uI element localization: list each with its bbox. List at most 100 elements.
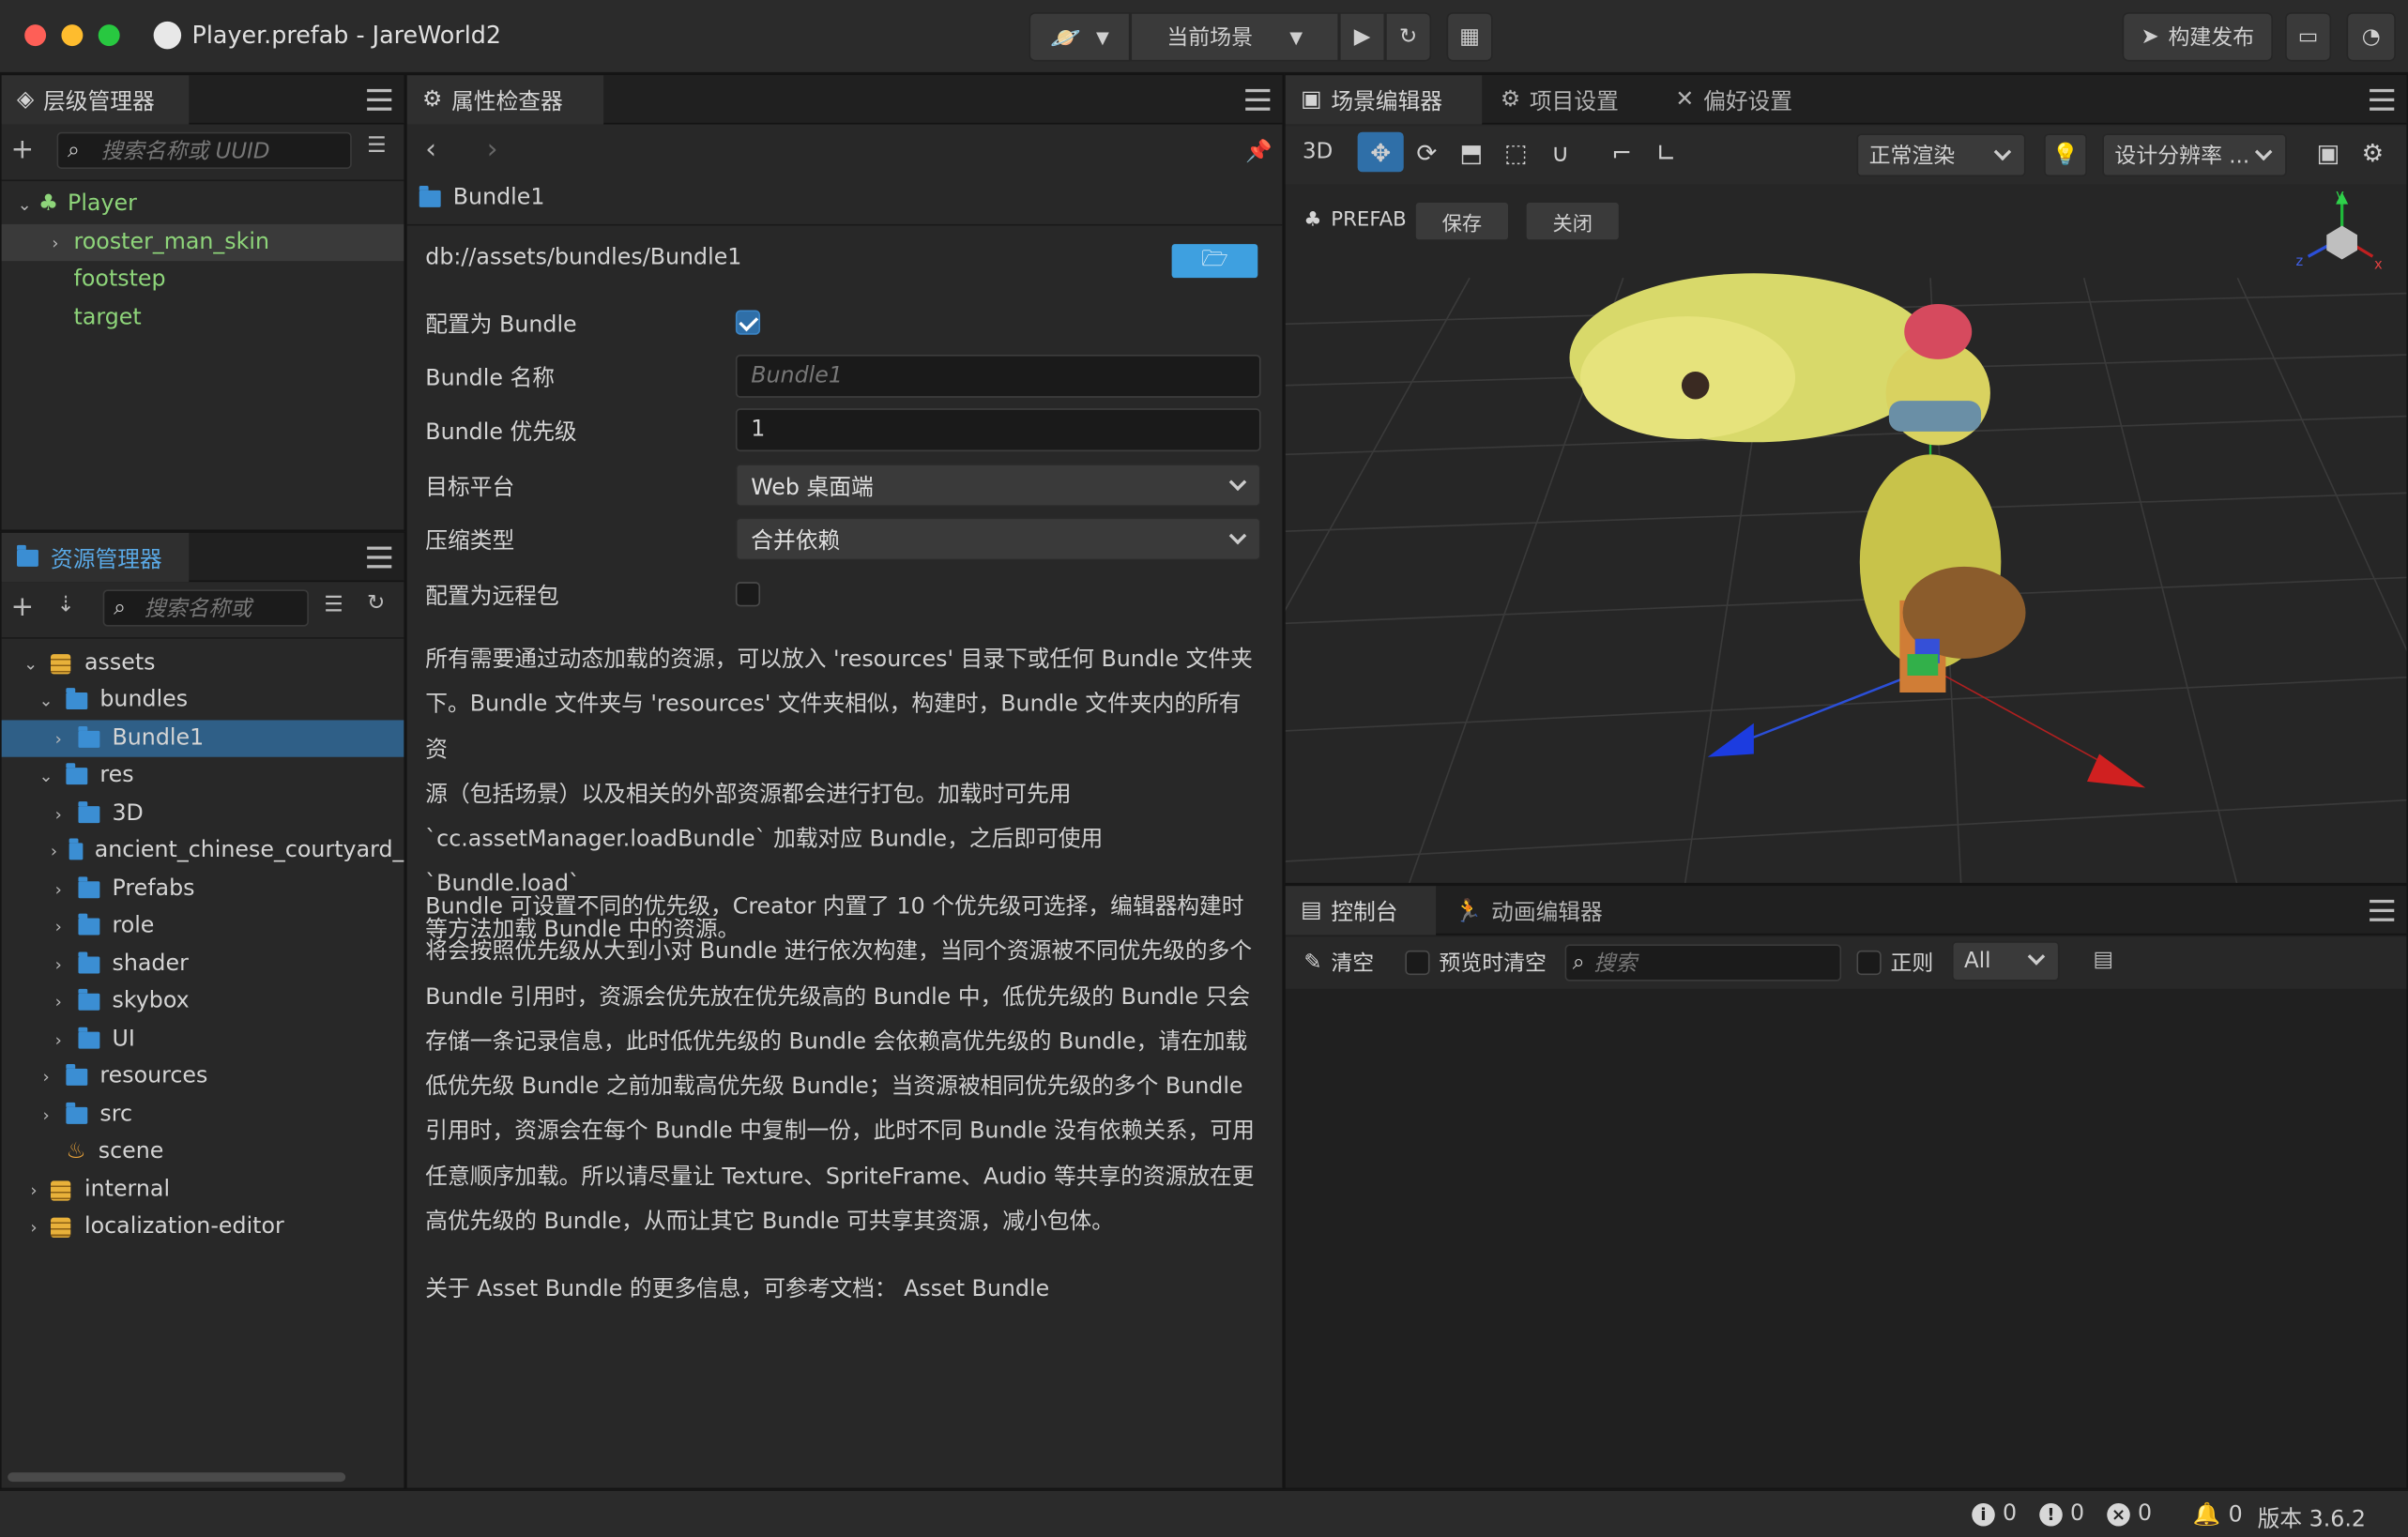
regex-checkbox[interactable] bbox=[1856, 950, 1882, 976]
refresh-button[interactable]: ↻ bbox=[1385, 12, 1432, 62]
asset-label: Prefabs bbox=[112, 876, 195, 902]
add-asset-icon[interactable]: + bbox=[10, 591, 34, 623]
tab-assets[interactable]: 资源管理器 bbox=[1, 532, 190, 583]
error-count[interactable]: × 0 bbox=[2107, 1501, 2152, 1527]
warning-count[interactable]: ! 0 bbox=[2039, 1501, 2084, 1527]
notification-count-value: 0 bbox=[2228, 1502, 2243, 1528]
tree-row-shader[interactable]: › shader bbox=[2, 946, 404, 982]
publish-button[interactable]: ➤ 构建发布 bbox=[2122, 12, 2273, 62]
lighting-toggle[interactable]: 💡 bbox=[2044, 133, 2087, 177]
tree-row-target[interactable]: target bbox=[2, 299, 404, 336]
tree-row-footstep[interactable]: footstep bbox=[2, 261, 404, 297]
tab-project-settings[interactable]: ⚙ 项目设置 bbox=[1485, 75, 1634, 124]
preview-clear-toggle[interactable]: 预览时清空 bbox=[1405, 948, 1547, 979]
scene-settings-button[interactable]: ⚙ bbox=[2353, 132, 2393, 173]
tree-row-3d[interactable]: › 3D bbox=[2, 796, 404, 832]
is-bundle-checkbox[interactable] bbox=[735, 310, 761, 335]
tree-row-player[interactable]: ⌄ ♣ Player bbox=[2, 186, 404, 222]
bundle-name-input[interactable]: Bundle1 bbox=[735, 354, 1261, 398]
save-prefab-button[interactable]: 保存 bbox=[1414, 201, 1510, 241]
scene-select[interactable]: 当前场景 ▼ bbox=[1130, 12, 1340, 62]
assets-menu-icon[interactable] bbox=[367, 546, 392, 569]
close-window-button[interactable] bbox=[24, 24, 47, 47]
resolution-select[interactable]: 设计分辨率 ... bbox=[2102, 133, 2287, 177]
tree-row-scene[interactable]: ♨ scene bbox=[2, 1134, 404, 1170]
notification-count[interactable]: 🔔 0 bbox=[2193, 1501, 2243, 1528]
tree-row-internal[interactable]: › internal bbox=[2, 1172, 404, 1209]
open-log-file-icon[interactable]: ▤ bbox=[2094, 948, 2114, 972]
refresh-icon[interactable]: ↻ bbox=[367, 591, 385, 616]
tree-row-rooster-man-skin[interactable]: › rooster_man_skin bbox=[1, 223, 404, 262]
hierarchy-menu-icon[interactable] bbox=[367, 88, 392, 111]
database-icon bbox=[51, 653, 71, 674]
bundle-priority-value: 1 bbox=[751, 418, 766, 443]
console-search-input[interactable]: ⌕ 搜索 bbox=[1564, 944, 1842, 982]
move-tool-button[interactable]: ✥ bbox=[1357, 131, 1404, 173]
bundle-priority-input[interactable]: 1 bbox=[735, 408, 1261, 452]
clear-button[interactable]: ✎ 清空 bbox=[1303, 948, 1374, 979]
preview-clear-checkbox[interactable] bbox=[1405, 950, 1430, 976]
preview-platform-dropdown[interactable]: 🪐 ▼ bbox=[1029, 12, 1131, 62]
tree-row-src[interactable]: › src bbox=[2, 1096, 404, 1133]
info-count[interactable]: i0 bbox=[1972, 1501, 2017, 1527]
forward-arrow-icon[interactable]: › bbox=[487, 133, 498, 165]
scale-tool-button[interactable]: ⬒ bbox=[1451, 132, 1491, 173]
horizontal-scrollbar[interactable] bbox=[8, 1472, 346, 1483]
tree-row-skybox[interactable]: › skybox bbox=[2, 982, 404, 1019]
open-project-folder-button[interactable]: ▭ bbox=[2285, 12, 2332, 62]
tab-console[interactable]: ▤ 控制台 bbox=[1285, 886, 1437, 936]
tab-inspector[interactable]: ⚙ 属性检查器 bbox=[406, 75, 604, 125]
pin-icon[interactable]: 📌 bbox=[1245, 140, 1273, 164]
sort-icon[interactable]: ⇣ bbox=[57, 593, 75, 617]
regex-label: 正则 bbox=[1890, 951, 1934, 977]
tree-row-assets[interactable]: ⌄ assets bbox=[2, 645, 404, 681]
scene-viewport[interactable] bbox=[1285, 186, 2408, 885]
snap-tool-button[interactable]: ∪ bbox=[1540, 132, 1580, 173]
tree-row-bundle1[interactable]: › Bundle1 bbox=[1, 720, 404, 757]
rect-tool-button[interactable]: ⬚ bbox=[1496, 132, 1536, 173]
list-view-icon[interactable]: ☰ bbox=[367, 133, 387, 158]
scene-menu-icon[interactable] bbox=[2370, 88, 2395, 111]
zoom-window-button[interactable] bbox=[98, 24, 120, 47]
console-menu-icon[interactable] bbox=[2370, 899, 2395, 921]
tree-row-ui[interactable]: › UI bbox=[2, 1021, 404, 1058]
target-platform-value: Web 桌面端 bbox=[751, 475, 874, 500]
back-arrow-icon[interactable]: ‹ bbox=[425, 133, 436, 165]
tab-scene-editor[interactable]: ▣ 场景编辑器 bbox=[1285, 75, 1483, 125]
tree-row-localization-editor[interactable]: › localization-editor bbox=[2, 1209, 404, 1245]
play-button[interactable]: ▶ bbox=[1339, 12, 1386, 62]
doc-link-text: 关于 Asset Bundle 的更多信息，可参考文档： Asset Bundl… bbox=[425, 1277, 1050, 1302]
open-folder-button[interactable]: 🗁 bbox=[1171, 244, 1258, 279]
pivot-toggle-button[interactable]: ⌐ bbox=[1602, 132, 1642, 173]
tree-row-res[interactable]: ⌄ res bbox=[2, 757, 404, 794]
regex-toggle[interactable]: 正则 bbox=[1856, 948, 1934, 979]
tab-preferences[interactable]: ✕ 偏好设置 bbox=[1660, 75, 1807, 124]
close-prefab-button[interactable]: 关闭 bbox=[1525, 201, 1621, 241]
collapse-all-icon[interactable]: ☰ bbox=[324, 593, 343, 617]
log-level-select[interactable]: All bbox=[1951, 941, 2060, 982]
tree-row-prefabs[interactable]: › Prefabs bbox=[2, 871, 404, 907]
render-mode-select[interactable]: 正常渲染 bbox=[1856, 133, 2026, 177]
bundle-doc-link[interactable]: 关于 Asset Bundle 的更多信息，可参考文档： Asset Bundl… bbox=[425, 1269, 1260, 1314]
target-platform-select[interactable]: Web 桌面端 bbox=[735, 464, 1261, 507]
camera-settings-button[interactable]: ▣ bbox=[2309, 132, 2349, 173]
tab-hierarchy[interactable]: ◈ 层级管理器 bbox=[1, 75, 190, 125]
tree-row-bundles[interactable]: ⌄ bundles bbox=[2, 682, 404, 719]
qrcode-button[interactable]: ▦ bbox=[1446, 12, 1493, 62]
tab-animation-editor[interactable]: 🏃 动画编辑器 bbox=[1439, 886, 1618, 935]
tree-row-resources[interactable]: › resources bbox=[2, 1058, 404, 1094]
coordinate-toggle-button[interactable]: ∟ bbox=[1646, 132, 1686, 173]
remote-bundle-checkbox[interactable] bbox=[735, 582, 761, 607]
rotate-tool-button[interactable]: ⟳ bbox=[1407, 132, 1447, 173]
tree-row-ancient-courtyard[interactable]: › ancient_chinese_courtyard_ bbox=[2, 832, 404, 869]
minimize-window-button[interactable] bbox=[61, 24, 84, 47]
hierarchy-search-input[interactable]: ⌕ 搜索名称或 UUID bbox=[56, 131, 352, 169]
inspector-menu-icon[interactable] bbox=[1245, 88, 1271, 111]
assets-search-input[interactable]: ⌕ 搜索名称或 bbox=[102, 589, 309, 627]
add-node-icon[interactable]: + bbox=[10, 133, 34, 165]
support-button[interactable]: ◔ bbox=[2346, 12, 2396, 62]
mode-3d-button[interactable]: 3D bbox=[1298, 132, 1338, 173]
compression-type-select[interactable]: 合并依赖 bbox=[735, 517, 1261, 561]
orientation-gizmo[interactable]: y x z bbox=[2287, 186, 2388, 287]
tree-row-role[interactable]: › role bbox=[2, 907, 404, 944]
